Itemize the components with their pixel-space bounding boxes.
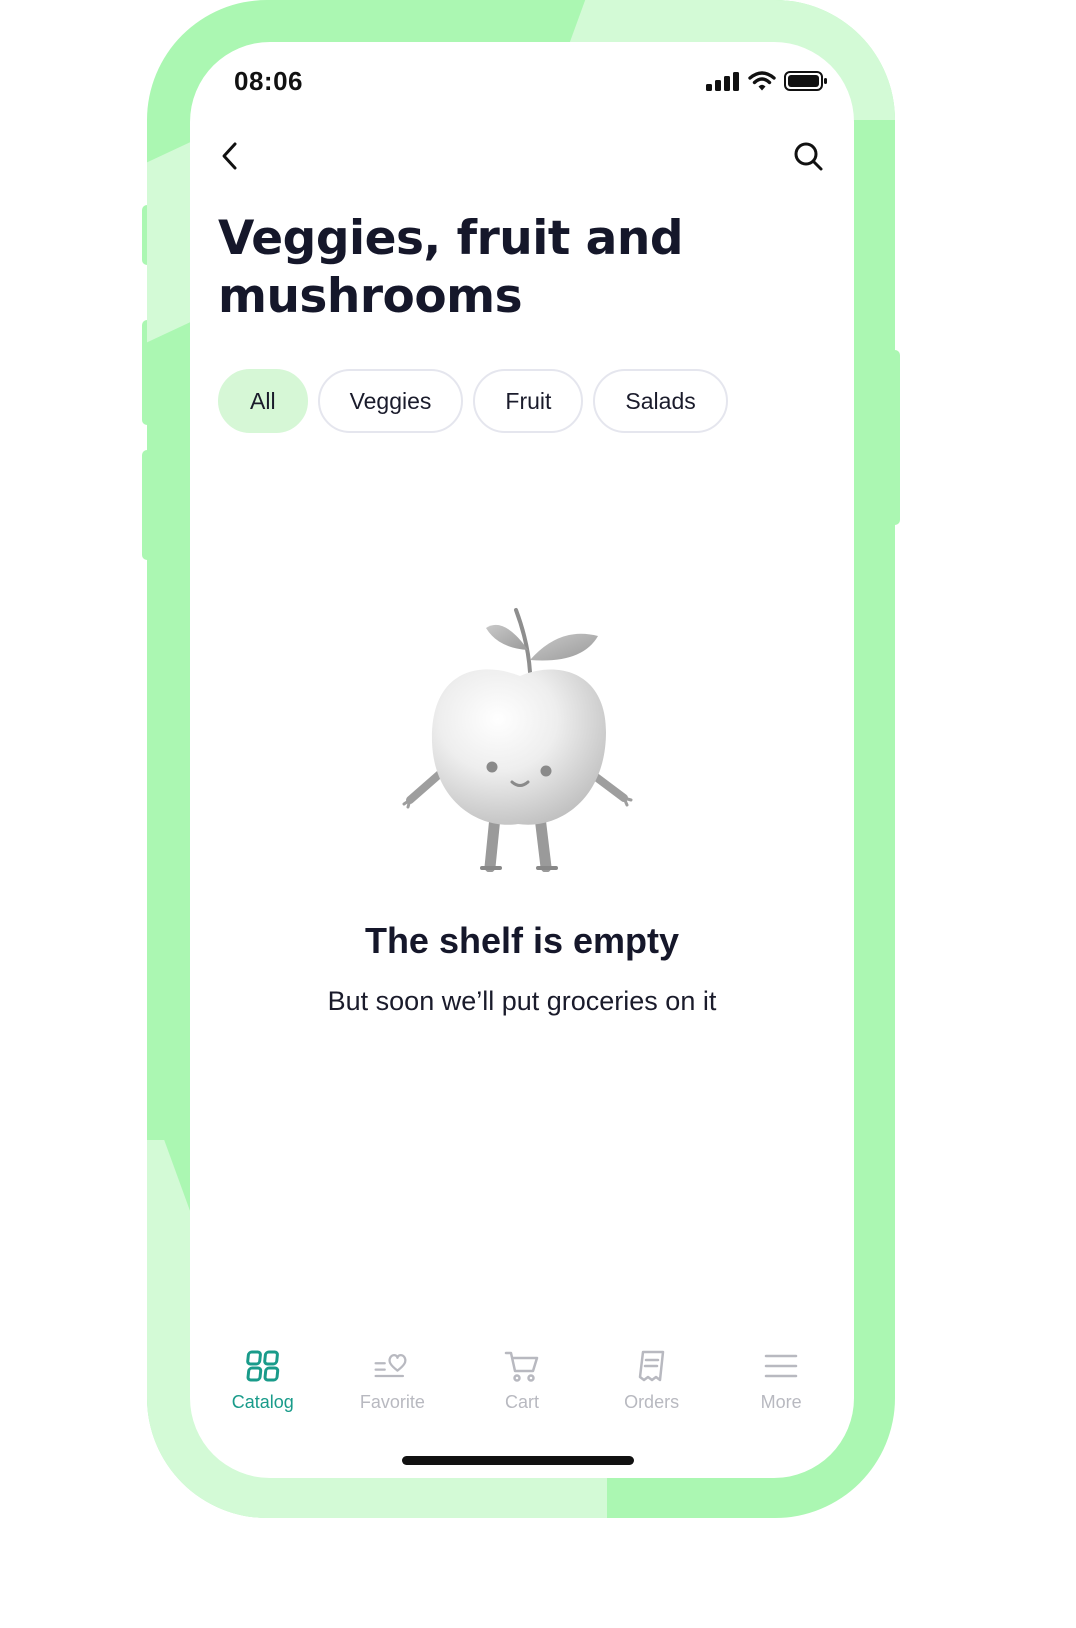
status-icons xyxy=(706,70,828,96)
page-title: Veggies, fruit and mushrooms xyxy=(218,211,684,324)
filter-chip-veggies[interactable]: Veggies xyxy=(317,369,464,433)
tab-cart[interactable]: Cart xyxy=(462,1346,582,1426)
chevron-left-icon xyxy=(218,141,242,175)
search-icon xyxy=(792,140,824,176)
tab-label: Orders xyxy=(624,1392,680,1412)
wifi-icon xyxy=(748,70,776,96)
tab-label: Catalog xyxy=(231,1392,294,1412)
tab-catalog[interactable]: Catalog xyxy=(203,1346,323,1426)
tab-label: Favorite xyxy=(359,1392,425,1412)
signal-icon xyxy=(706,71,740,95)
cart-icon xyxy=(502,1346,542,1386)
app-mockup: 08:06 Veggies, fruit and mushrooms All V… xyxy=(0,0,1076,1628)
category-filters: All Veggies Fruit Salads xyxy=(218,369,728,433)
receipt-icon xyxy=(632,1346,672,1386)
filter-chip-fruit[interactable]: Fruit xyxy=(473,369,584,433)
back-button[interactable] xyxy=(208,136,252,180)
heart-list-icon xyxy=(372,1346,412,1386)
empty-state-title: The shelf is empty xyxy=(364,920,680,961)
grid-icon xyxy=(243,1346,283,1386)
filter-chip-all[interactable]: All xyxy=(218,369,308,433)
tab-more[interactable]: More xyxy=(721,1346,841,1426)
empty-state-subtitle: But soon we’ll put groceries on it xyxy=(327,986,717,1016)
apple-character-illustration xyxy=(400,602,640,873)
filter-chip-salads[interactable]: Salads xyxy=(593,369,728,433)
tab-label: More xyxy=(760,1392,802,1412)
tab-label: Cart xyxy=(504,1392,539,1412)
tab-orders[interactable]: Orders xyxy=(592,1346,712,1426)
home-indicator[interactable] xyxy=(402,1456,634,1465)
battery-icon xyxy=(784,70,828,96)
menu-icon xyxy=(761,1346,801,1386)
phone-screen: 08:06 Veggies, fruit and mushrooms All V… xyxy=(190,42,854,1478)
tab-favorite[interactable]: Favorite xyxy=(332,1346,452,1426)
bottom-tab-bar: Catalog Favorite Cart Orders More xyxy=(190,1346,854,1426)
status-time: 08:06 xyxy=(234,66,303,96)
search-button[interactable] xyxy=(786,136,830,180)
